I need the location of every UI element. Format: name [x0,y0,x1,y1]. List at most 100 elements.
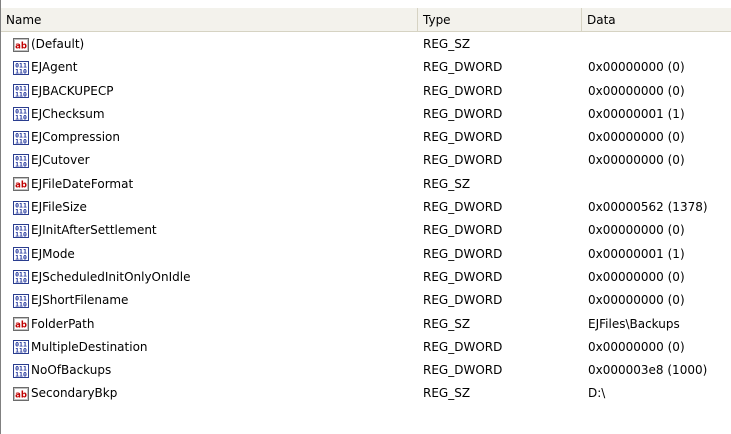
binary-value-icon: 011 110 [13,339,29,355]
value-type: REG_DWORD [423,130,503,145]
value-type: REG_DWORD [423,246,503,261]
value-name-cell: 011 110 EJCutover [13,149,90,172]
binary-value-icon: 011 110 [13,153,29,169]
table-row[interactable]: 011 110 MultipleDestination REG_DWORD 0x0000… [1,336,731,359]
value-name-cell: 011 110 EJAgent [13,56,77,79]
value-type: REG_DWORD [423,293,503,308]
table-row[interactable]: 011 110 EJCompression REG_DWORD 0x00000000 (… [1,126,731,149]
value-name: EJAgent [31,60,78,75]
table-row[interactable]: 011 110 EJChecksum REG_DWORD 0x00000001 (1) [1,103,731,126]
svg-text:110: 110 [15,254,27,262]
string-value-icon: ab [13,316,29,332]
svg-text:110: 110 [15,230,27,238]
value-name-cell: ab FolderPath [13,313,94,336]
table-row[interactable]: ab SecondaryBkp REG_SZ D:\ [1,382,731,405]
table-row[interactable]: ab FolderPath REG_SZ EJFiles\Backups [1,313,731,336]
value-data: 0x00000001 (1) [588,106,685,121]
table-row[interactable]: 011 110 NoOfBackups REG_DWORD 0x000003e8 (10… [1,359,731,382]
column-header-data[interactable]: Data [582,8,731,31]
value-name: EJFileSize [31,200,87,215]
value-data: D:\ [588,386,606,401]
binary-value-icon: 011 110 [13,130,29,146]
svg-text:110: 110 [15,90,27,98]
value-type: REG_SZ [423,386,471,401]
value-name: EJInitAfterSettlement [31,223,157,238]
svg-text:ab: ab [15,390,27,400]
value-type: REG_SZ [423,37,471,51]
svg-text:110: 110 [15,67,27,75]
svg-text:ab: ab [15,321,27,331]
value-data: 0x00000000 (0) [588,60,685,75]
binary-value-icon: 011 110 [13,60,29,76]
value-name: EJChecksum [31,106,105,121]
svg-text:ab: ab [15,181,27,191]
value-name: NoOfBackups [31,363,112,378]
svg-text:110: 110 [15,137,27,145]
value-rows: ab (Default) REG_SZ 011 110 EJAgent REG_DWORD 0… [1,33,731,406]
value-name-cell: 011 110 EJBACKUPECP [13,80,114,103]
table-row[interactable]: 011 110 EJBACKUPECP REG_DWORD 0x00000000 (0) [1,80,731,103]
value-type: REG_DWORD [423,363,503,378]
svg-text:110: 110 [15,114,27,122]
value-data: 0x00000562 (1378) [588,200,708,215]
value-data: 0x00000001 (1) [588,246,685,261]
string-value-icon: ab [13,37,29,53]
value-type: REG_DWORD [423,83,503,98]
value-name-cell: 011 110 EJCompression [13,126,120,149]
table-row[interactable]: 011 110 EJMode REG_DWORD 0x00000001 (1) [1,243,731,266]
table-row[interactable]: 011 110 EJScheduledInitOnlyOnIdle REG_DWORD… [1,266,731,289]
binary-value-icon: 011 110 [13,223,29,239]
value-data: 0x00000000 (0) [588,223,685,238]
binary-value-icon: 011 110 [13,363,29,379]
binary-value-icon: 011 110 [13,83,29,99]
value-name-cell: ab SecondaryBkp [13,382,117,405]
value-name: (Default) [31,37,85,51]
table-row[interactable]: 011 110 EJCutover REG_DWORD 0x00000000 (0) [1,149,731,172]
value-data: 0x00000000 (0) [588,130,685,145]
value-name: EJCutover [31,153,90,168]
value-type: REG_DWORD [423,200,503,215]
binary-value-icon: 011 110 [13,200,29,216]
column-header-name[interactable]: Name [1,8,418,31]
svg-text:110: 110 [15,207,27,215]
value-type: REG_DWORD [423,269,503,284]
value-data: 0x00000000 (0) [588,339,685,354]
table-row[interactable]: 011 110 EJInitAfterSettlement REG_DWORD 0x00… [1,219,731,242]
value-name-cell: 011 110 EJScheduledInitOnlyOnIdle [13,266,190,289]
string-value-icon: ab [13,176,29,192]
value-type: REG_DWORD [423,106,503,121]
value-type: REG_SZ [423,316,471,331]
value-type: REG_DWORD [423,339,503,354]
registry-values-list[interactable]: Name Type Data ab (Default) REG_SZ 011 110 EJ… [0,0,731,434]
value-data: 0x000003e8 (1000) [588,363,708,378]
binary-value-icon: 011 110 [13,269,29,285]
svg-text:ab: ab [15,41,27,51]
value-name: EJMode [31,246,75,261]
binary-value-icon: 011 110 [13,246,29,262]
binary-value-icon: 011 110 [13,106,29,122]
svg-text:110: 110 [15,370,27,378]
column-header-type[interactable]: Type [418,8,582,31]
list-header: Name Type Data [1,8,731,32]
value-name: FolderPath [31,316,95,331]
value-name-cell: ab (Default) [13,33,84,56]
svg-text:110: 110 [15,160,27,168]
value-data: 0x00000000 (0) [588,83,685,98]
table-row[interactable]: 011 110 EJFileSize REG_DWORD 0x00000562 (137… [1,196,731,219]
value-name-cell: 011 110 EJShortFilename [13,289,128,312]
value-name: EJScheduledInitOnlyOnIdle [31,269,191,284]
table-row[interactable]: 011 110 EJShortFilename REG_DWORD 0x00000000… [1,289,731,312]
value-name: MultipleDestination [31,339,148,354]
binary-value-icon: 011 110 [13,293,29,309]
svg-text:110: 110 [15,277,27,285]
value-type: REG_SZ [423,176,471,191]
table-row[interactable]: ab (Default) REG_SZ [1,33,731,56]
value-name-cell: 011 110 EJFileSize [13,196,87,219]
table-row[interactable]: 011 110 EJAgent REG_DWORD 0x00000000 (0) [1,56,731,79]
value-name-cell: 011 110 EJChecksum [13,103,105,126]
value-type: REG_DWORD [423,223,503,238]
string-value-icon: ab [13,386,29,402]
value-name-cell: 011 110 EJInitAfterSettlement [13,219,157,242]
svg-text:110: 110 [15,300,27,308]
table-row[interactable]: ab EJFileDateFormat REG_SZ [1,173,731,196]
